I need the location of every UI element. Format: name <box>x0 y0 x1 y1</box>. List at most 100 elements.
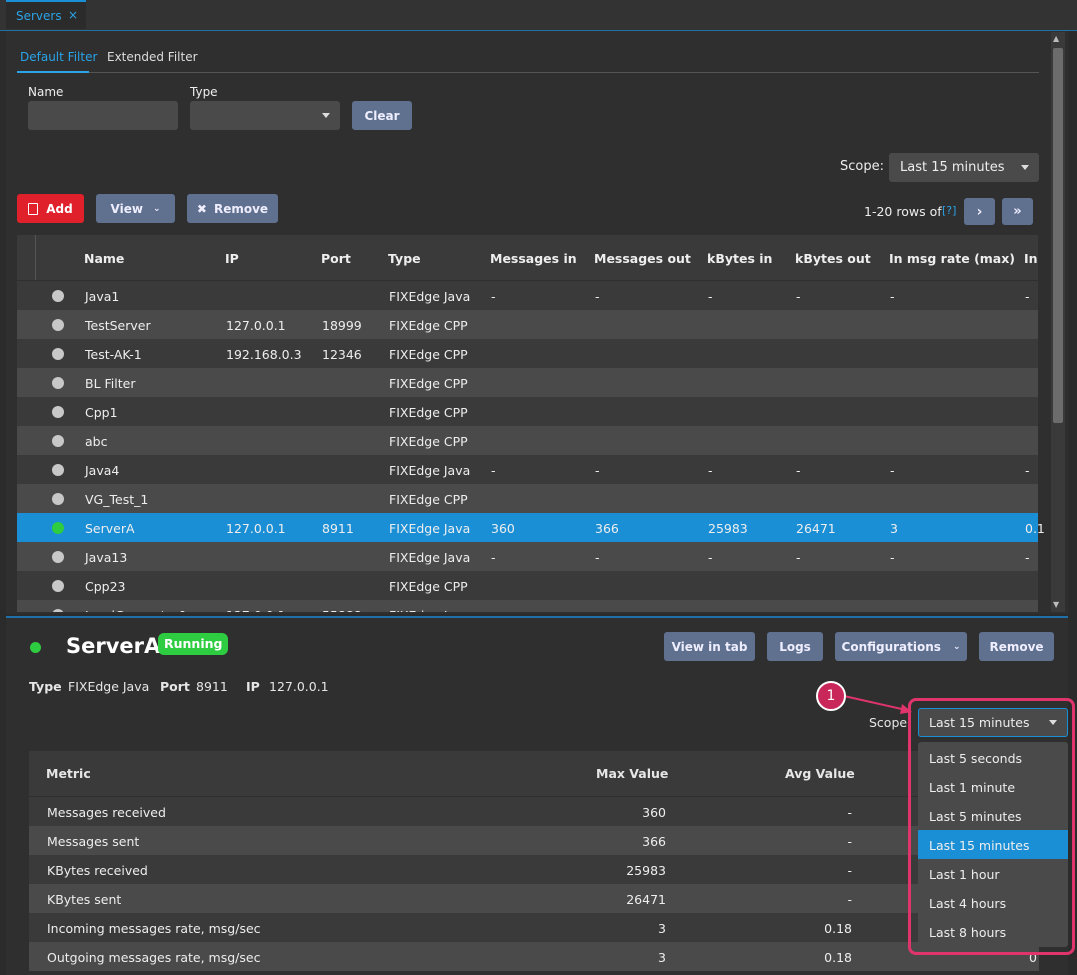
cell-port: 8911 <box>322 521 354 536</box>
cell-kb-in: - <box>708 550 713 565</box>
status-dot <box>52 609 64 612</box>
cell-type: FIXEdge CPP <box>389 347 468 362</box>
cell-type: FIXEdge CPP <box>389 405 468 420</box>
cell-name: Java1 <box>85 289 120 304</box>
cell-name: abc <box>85 434 108 449</box>
cell-name: Java13 <box>85 550 128 565</box>
cell-in: - <box>1025 463 1030 478</box>
table-row[interactable]: Java1 FIXEdge Java - - - - - - <box>17 281 1038 310</box>
cell-type: FIXEdge Java <box>389 608 470 612</box>
metrics-header: Metric Max Value Avg Value <box>29 751 1039 796</box>
cell-m-out: - <box>595 550 600 565</box>
status-dot <box>52 580 64 592</box>
status-dot <box>30 642 41 653</box>
view-in-tab-button[interactable]: View in tab <box>664 632 755 661</box>
cell-rate: 3 <box>890 521 898 536</box>
cell-port: 18999 <box>322 318 362 333</box>
callout-number: 1 <box>816 681 846 711</box>
ip-label: IP <box>246 679 260 694</box>
cell-name: VG_Test_1 <box>85 492 149 507</box>
logs-button[interactable]: Logs <box>767 632 823 661</box>
server-name-title: ServerA <box>66 634 161 658</box>
table-row[interactable]: LoadGenerator0 127.0.0.1 55888 FIXEdge Java <box>17 600 1038 612</box>
cell-kb-out: 26471 <box>796 521 836 536</box>
cell-name: Java4 <box>85 463 120 478</box>
grid-body: Java1 FIXEdge Java - - - - - - TestServer 127.0.0… <box>0 0 1077 612</box>
remove-server-button[interactable]: Remove <box>979 632 1054 661</box>
cell-type: FIXEdge Java <box>389 289 471 304</box>
table-row[interactable]: Java13 FIXEdge Java - - - - - - <box>17 542 1038 571</box>
cell-kb-out: - <box>796 463 801 478</box>
cell-type: FIXEdge CPP <box>389 376 468 391</box>
table-row[interactable]: Java4 FIXEdge Java - - - - - - <box>17 455 1038 484</box>
cell-kb-in: - <box>708 289 713 304</box>
col-header-metric: Metric <box>46 766 91 781</box>
table-row[interactable]: Cpp23 FIXEdge CPP <box>17 571 1038 600</box>
chevron-down-icon: ⌄ <box>952 641 961 652</box>
table-row[interactable]: ServerA 127.0.0.1 8911 FIXEdge Java 360 366 25… <box>17 513 1045 542</box>
cell-ip: 127.0.0.1 <box>226 521 286 536</box>
cell-ip: 192.168.0.3 <box>226 347 302 362</box>
table-row[interactable]: Cpp1 FIXEdge CPP <box>17 397 1038 426</box>
status-dot <box>52 435 64 447</box>
cell-name: BL Filter <box>85 376 136 391</box>
cell-rate: - <box>890 550 895 565</box>
callout-highlight <box>908 698 1075 955</box>
cell-ip: 127.0.0.1 <box>226 608 286 612</box>
cell-ip: 127.0.0.1 <box>226 318 286 333</box>
cell-name: Test-AK-1 <box>85 347 142 362</box>
status-dot <box>52 522 64 534</box>
callout-arrow <box>843 695 912 714</box>
configurations-button-label: Configurations <box>841 639 941 654</box>
status-dot <box>52 406 64 418</box>
cell-m-in: - <box>491 289 496 304</box>
cell-name: LoadGenerator0 <box>85 608 186 612</box>
cell-m-in: - <box>491 550 496 565</box>
cell-name: Cpp23 <box>85 579 126 594</box>
cell-type: FIXEdge CPP <box>389 434 468 449</box>
ip-value: 127.0.0.1 <box>269 679 329 694</box>
cell-m-out: - <box>595 289 600 304</box>
table-row[interactable]: VG_Test_1 FIXEdge CPP <box>17 484 1038 513</box>
status-dot <box>52 464 64 476</box>
table-row[interactable]: abc FIXEdge CPP <box>17 426 1038 455</box>
cell-type: FIXEdge CPP <box>389 492 468 507</box>
cell-type: FIXEdge CPP <box>389 318 468 333</box>
cell-type: FIXEdge CPP <box>389 579 468 594</box>
cell-name: ServerA <box>85 521 135 536</box>
cell-in: 0.1 <box>1025 521 1045 536</box>
cell-m-in: 360 <box>491 521 515 536</box>
status-dot <box>52 348 64 360</box>
cell-rate: - <box>890 289 895 304</box>
cell-rate: - <box>890 463 895 478</box>
cell-kb-out: - <box>796 550 801 565</box>
status-badge: Running <box>158 633 229 655</box>
cell-port: 55888 <box>322 608 362 612</box>
cell-name: Cpp1 <box>85 405 118 420</box>
col-header-avg-value: Avg Value <box>785 766 855 781</box>
status-dot <box>52 551 64 563</box>
status-dot <box>52 319 64 331</box>
type-label: Type <box>29 679 62 694</box>
cell-type: FIXEdge Java <box>389 550 471 565</box>
cell-m-in: - <box>491 463 496 478</box>
cell-name: TestServer <box>85 318 151 333</box>
cell-in: - <box>1025 550 1030 565</box>
cell-kb-out: - <box>796 289 801 304</box>
table-row[interactable]: BL Filter FIXEdge CPP <box>17 368 1038 397</box>
port-value: 8911 <box>196 679 228 694</box>
configurations-button[interactable]: Configurations ⌄ <box>835 632 967 661</box>
cell-m-out: - <box>595 463 600 478</box>
port-label: Port <box>160 679 190 694</box>
table-row[interactable]: Test-AK-1 192.168.0.3 12346 FIXEdge CPP <box>17 339 1038 368</box>
cell-port: 12346 <box>322 347 362 362</box>
table-row[interactable]: TestServer 127.0.0.1 18999 FIXEdge CPP <box>17 310 1038 339</box>
cell-in: - <box>1025 289 1030 304</box>
type-value: FIXEdge Java <box>68 679 150 694</box>
cell-kb-in: - <box>708 463 713 478</box>
status-dot <box>52 377 64 389</box>
cell-type: FIXEdge Java <box>389 463 471 478</box>
cell-m-out: 366 <box>595 521 619 536</box>
status-dot <box>52 493 64 505</box>
cell-kb-in: 25983 <box>708 521 748 536</box>
